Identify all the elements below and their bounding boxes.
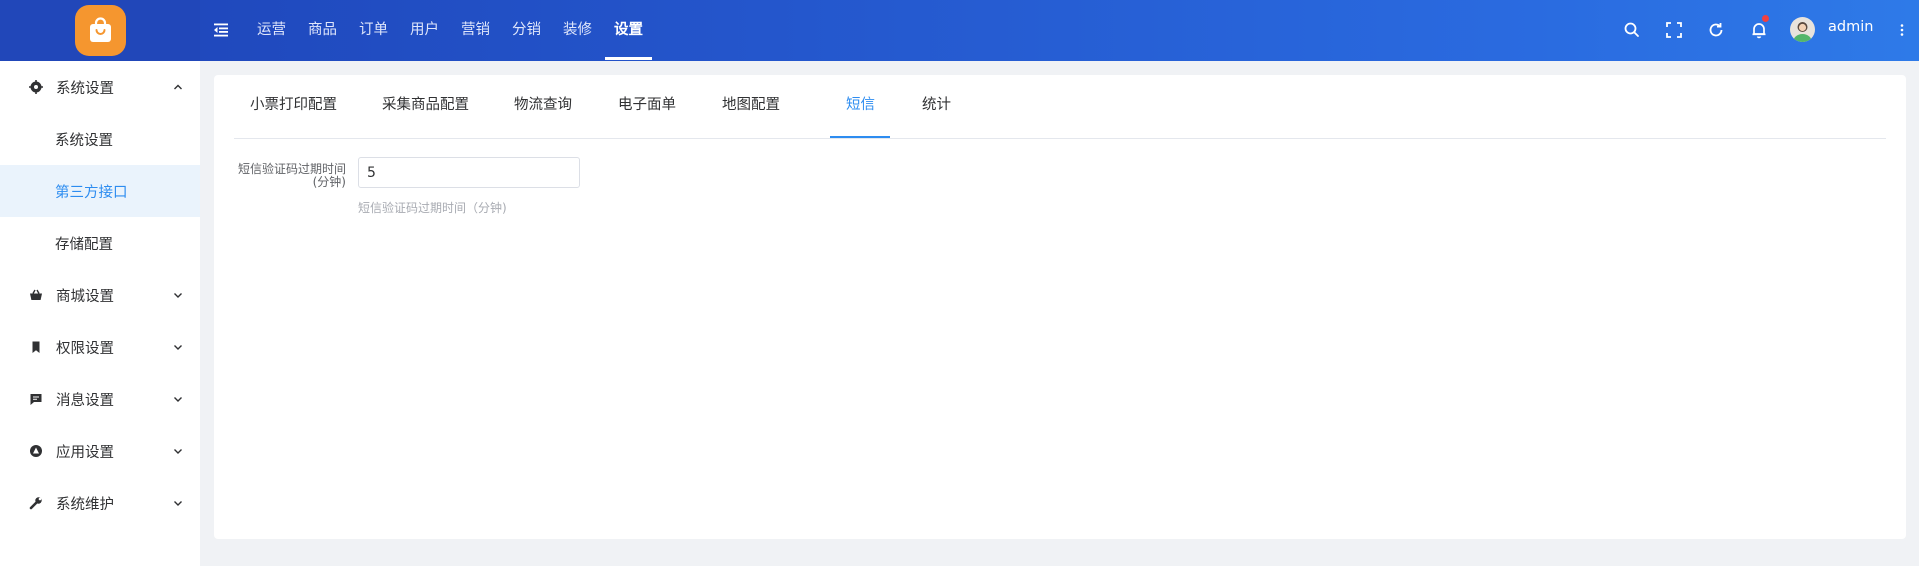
chevron-down-icon <box>172 497 184 509</box>
shopping-bag-icon <box>90 17 111 42</box>
sidebar-group-label: 系统设置 <box>56 81 114 97</box>
bookmark-icon <box>28 339 44 355</box>
sidebar-group-label: 应用设置 <box>56 445 114 461</box>
top-header: 运营 商品 订单 用户 营销 分销 装修 设置 admin <box>0 0 1919 61</box>
chevron-down-icon <box>172 393 184 405</box>
more-vertical-icon[interactable] <box>1891 19 1913 41</box>
tab-logistics-query[interactable]: 物流查询 <box>514 75 572 139</box>
chevron-up-icon <box>172 81 184 93</box>
sidebar-group-app-settings[interactable]: 应用设置 <box>0 425 200 477</box>
fullscreen-icon[interactable] <box>1663 19 1685 41</box>
app-logo[interactable] <box>75 5 126 56</box>
sidebar-group-message-settings[interactable]: 消息设置 <box>0 373 200 425</box>
sidebar-item-label: 系统设置 <box>55 133 113 149</box>
sidebar-group-label: 权限设置 <box>56 341 114 357</box>
message-icon <box>28 391 44 407</box>
bell-icon[interactable] <box>1748 14 1770 41</box>
basket-icon <box>28 287 44 303</box>
topnav-marketing[interactable]: 营销 <box>450 0 501 61</box>
content-card: 小票打印配置 采集商品配置 物流查询 电子面单 地图配置 短信 统计 短信验证码… <box>214 75 1906 539</box>
menu-fold-icon[interactable] <box>211 20 231 40</box>
sidebar-item-third-party-api[interactable]: 第三方接口 <box>0 165 200 217</box>
chevron-down-icon <box>172 341 184 353</box>
sidebar-item-label: 第三方接口 <box>55 185 128 201</box>
tab-statistics[interactable]: 统计 <box>922 75 951 139</box>
sidebar-group-label: 商城设置 <box>56 289 114 305</box>
sidebar-item-label: 存储配置 <box>55 237 113 253</box>
sms-expire-label-line1: 短信验证码过期时间 <box>237 162 346 176</box>
sms-expire-help: 短信验证码过期时间（分钟) <box>358 201 507 215</box>
sidebar-group-label: 消息设置 <box>56 393 114 409</box>
active-tab-indicator <box>830 136 890 138</box>
gear-icon <box>28 79 44 95</box>
topnav-orders[interactable]: 订单 <box>348 0 399 61</box>
tab-electronic-waybill[interactable]: 电子面单 <box>618 75 676 139</box>
settings-tabs: 小票打印配置 采集商品配置 物流查询 电子面单 地图配置 短信 统计 <box>234 75 1886 139</box>
topnav-settings[interactable]: 设置 <box>603 0 654 61</box>
sidebar-item-storage-config[interactable]: 存储配置 <box>0 217 200 269</box>
topnav-distribution[interactable]: 分销 <box>501 0 552 61</box>
sms-expire-label: 短信验证码过期时间 (分钟) <box>234 163 346 188</box>
topnav-users[interactable]: 用户 <box>399 0 450 61</box>
avatar[interactable] <box>1790 17 1815 42</box>
sms-expire-label-line2: (分钟) <box>312 174 346 189</box>
search-icon[interactable] <box>1621 19 1643 41</box>
sms-expire-input[interactable] <box>358 157 580 188</box>
wrench-icon <box>28 495 44 511</box>
tab-sms[interactable]: 短信 <box>846 75 875 139</box>
username[interactable]: admin <box>1828 19 1873 35</box>
topnav-products[interactable]: 商品 <box>297 0 348 61</box>
sidebar-group-system-maintenance[interactable]: 系统维护 <box>0 477 200 529</box>
tab-map-config[interactable]: 地图配置 <box>722 75 780 139</box>
chevron-down-icon <box>172 289 184 301</box>
sidebar: 系统设置 系统设置 第三方接口 存储配置 商城设置 权限设置 消息设置 应用设置… <box>0 61 200 566</box>
tab-collect-product-config[interactable]: 采集商品配置 <box>382 75 469 139</box>
sidebar-item-system-settings[interactable]: 系统设置 <box>0 113 200 165</box>
tab-receipt-print-config[interactable]: 小票打印配置 <box>250 75 337 139</box>
refresh-icon[interactable] <box>1705 19 1727 41</box>
notification-badge <box>1761 14 1770 23</box>
topnav-operations[interactable]: 运营 <box>246 0 297 61</box>
sidebar-group-mall-settings[interactable]: 商城设置 <box>0 269 200 321</box>
chevron-down-icon <box>172 445 184 457</box>
logo-area <box>0 0 200 61</box>
compass-icon <box>28 443 44 459</box>
top-nav: 运营 商品 订单 用户 营销 分销 装修 设置 <box>246 0 654 61</box>
sidebar-group-system-settings[interactable]: 系统设置 <box>0 61 200 113</box>
topnav-decoration[interactable]: 装修 <box>552 0 603 61</box>
sidebar-group-permission-settings[interactable]: 权限设置 <box>0 321 200 373</box>
sidebar-group-label: 系统维护 <box>56 497 114 513</box>
